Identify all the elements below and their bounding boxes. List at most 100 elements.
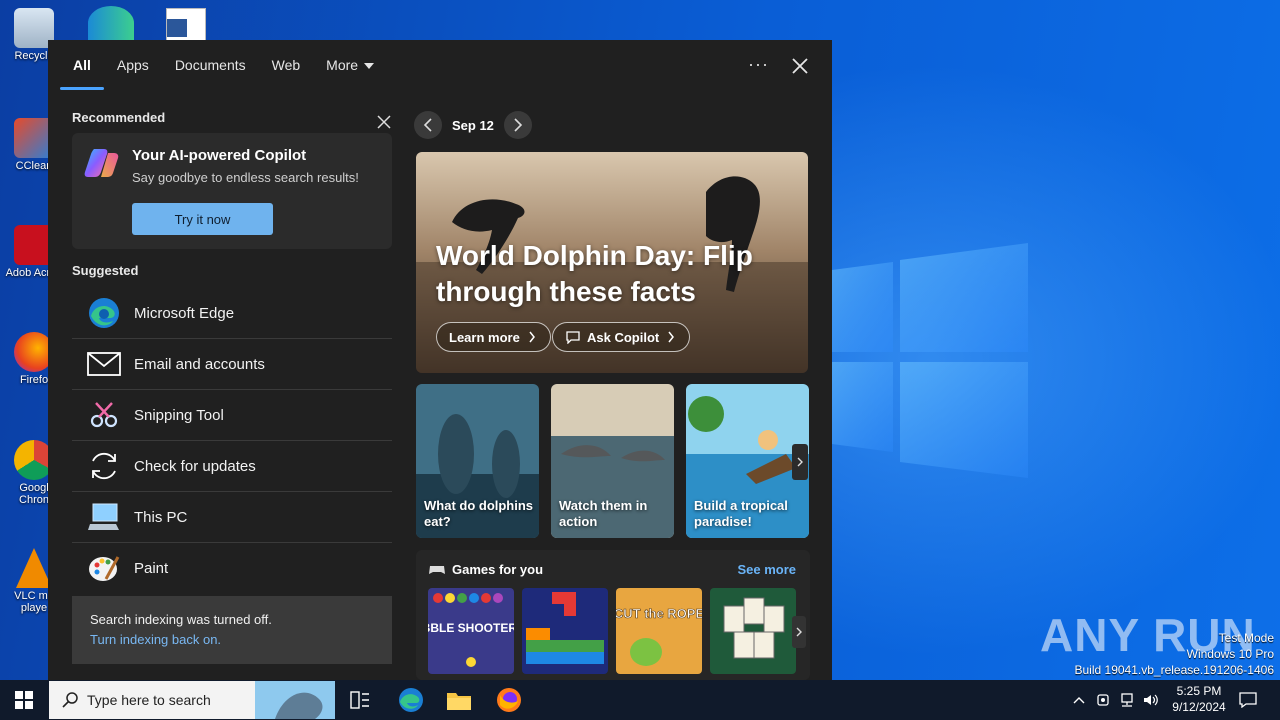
taskbar-edge-button[interactable]: [388, 680, 434, 720]
computer-icon: [86, 499, 122, 535]
mahjong-art: [710, 588, 796, 674]
edge-icon: [399, 688, 423, 712]
game-tile-cut-the-rope[interactable]: CUT the ROPE: [616, 588, 702, 674]
tab-label: Web: [271, 57, 301, 73]
chevron-right-icon: [797, 457, 803, 467]
snipping-tool-icon: [86, 397, 122, 433]
recommended-title: Recommended: [72, 110, 166, 125]
folder-icon: [447, 693, 471, 710]
suggested-item-label: Snipping Tool: [134, 406, 224, 424]
suggested-item-this-pc[interactable]: This PC: [72, 492, 392, 543]
game-tile-block-puzzle[interactable]: [522, 588, 608, 674]
watermark-line: Build 19041.vb_release.191206-1406: [1074, 663, 1275, 677]
search-panel: All Apps Documents Web More ··· Recommen…: [48, 40, 832, 680]
bubble-shooter-art: BUBBLE SHOOTER HD: [428, 588, 514, 674]
chevron-right-icon: [796, 627, 802, 637]
turn-indexing-on-link[interactable]: Turn indexing back on.: [90, 632, 221, 647]
chat-icon: [566, 331, 580, 344]
volume-button[interactable]: [1140, 680, 1162, 720]
chevron-up-icon: [1073, 697, 1085, 704]
try-it-now-button[interactable]: Try it now: [132, 203, 273, 235]
date-navigator: Sep 12: [414, 110, 810, 140]
tab-apps[interactable]: Apps: [104, 40, 162, 90]
tab-documents[interactable]: Documents: [162, 40, 259, 90]
edge-desktop-icon[interactable]: [88, 6, 134, 40]
suggested-list: Microsoft Edge Email and accounts Snippi…: [72, 288, 392, 593]
notification-icon: [1239, 692, 1257, 708]
suggested-item-paint[interactable]: Paint: [72, 543, 392, 593]
cards-next-button[interactable]: [792, 444, 808, 480]
taskbar-search-box[interactable]: Type here to search: [49, 681, 335, 719]
chevron-left-icon: [423, 118, 432, 132]
search-highlight-image: [255, 681, 335, 719]
desktop-icon-label: Firefo: [19, 374, 49, 386]
windows-icon: [15, 691, 33, 709]
copilot-icon: [84, 149, 119, 177]
learn-more-label: Learn more: [449, 329, 520, 345]
paint-icon: [86, 550, 122, 586]
gamepad-icon: [429, 566, 445, 574]
suggested-item-check-updates[interactable]: Check for updates: [72, 441, 392, 492]
hero-title: World Dolphin Day: Flip through these fa…: [436, 240, 753, 307]
block-puzzle-art: [522, 588, 608, 674]
watermark-line: Test Mode: [1218, 631, 1274, 645]
indexing-text: Search indexing was turned off.: [90, 612, 272, 627]
action-center-button[interactable]: [1236, 680, 1260, 720]
game-tile-bubble-shooter[interactable]: BUBBLE SHOOTER HD: [428, 588, 514, 674]
show-hidden-icons-button[interactable]: [1068, 680, 1090, 720]
dismiss-recommended-icon[interactable]: [376, 114, 392, 130]
suggested-item-snipping-tool[interactable]: Snipping Tool: [72, 390, 392, 441]
close-icon[interactable]: [788, 54, 812, 78]
games-next-button[interactable]: [792, 616, 806, 648]
game-tile-mahjong[interactable]: [710, 588, 796, 674]
vlc-icon: [16, 548, 52, 588]
search-icon: [62, 692, 78, 708]
ask-copilot-button[interactable]: Ask Copilot: [552, 322, 691, 352]
copilot-card[interactable]: Your AI-powered Copilot Say goodbye to e…: [72, 133, 392, 249]
task-view-button[interactable]: [337, 680, 383, 720]
search-tabs: All Apps Documents Web More: [60, 40, 387, 90]
word-document-icon[interactable]: [166, 8, 206, 42]
highlight-card-tropical-paradise[interactable]: Build a tropical paradise!: [686, 384, 809, 538]
highlight-card-watch-action[interactable]: Watch them in action: [551, 384, 674, 538]
highlights-column: Sep 12 World Dolphin Day: Flip through t…: [414, 110, 810, 680]
taskbar-clock[interactable]: 5:25 PM 9/12/2024: [1162, 683, 1236, 715]
next-day-button[interactable]: [503, 111, 532, 139]
chevron-right-icon: [529, 331, 535, 343]
tray-app-button[interactable]: [1092, 680, 1114, 720]
volume-icon: [1144, 694, 1158, 706]
more-options-button[interactable]: ···: [748, 54, 769, 75]
network-button[interactable]: [1116, 680, 1138, 720]
taskbar-file-explorer-button[interactable]: [436, 680, 482, 720]
chevron-right-icon: [514, 118, 523, 132]
suggested-item-label: Microsoft Edge: [134, 304, 235, 322]
tab-web[interactable]: Web: [259, 40, 314, 90]
taskbar-firefox-button[interactable]: [486, 680, 532, 720]
suggested-item-label: Check for updates: [134, 457, 256, 475]
indexing-notice: Search indexing was turned off. Turn ind…: [72, 596, 392, 664]
mail-icon: [86, 346, 122, 382]
tab-all[interactable]: All: [60, 40, 104, 90]
suggested-item-email-accounts[interactable]: Email and accounts: [72, 339, 392, 390]
clock-time: 5:25 PM: [1176, 684, 1222, 698]
tab-more[interactable]: More: [313, 40, 387, 90]
highlight-card-label: What do dolphins eat?: [424, 498, 534, 529]
game-art-text: CUT the ROPE: [616, 606, 702, 621]
chevron-right-icon: [668, 331, 675, 343]
suggested-item-label: Paint: [134, 559, 169, 577]
highlight-cards: What do dolphins eat? Watch them in acti…: [416, 384, 810, 538]
copilot-card-title: Your AI-powered Copilot: [132, 147, 307, 164]
hero-card[interactable]: World Dolphin Day: Flip through these fa…: [416, 152, 808, 373]
start-button[interactable]: [0, 680, 48, 720]
search-placeholder: Type here to search: [87, 692, 211, 708]
tab-label: Apps: [116, 57, 149, 73]
previous-day-button[interactable]: [414, 111, 442, 139]
highlight-card-dolphins-eat[interactable]: What do dolphins eat?: [416, 384, 539, 538]
see-more-link[interactable]: See more: [737, 562, 796, 577]
learn-more-button[interactable]: Learn more: [436, 322, 551, 352]
desktop-icon-label: Googl Chron: [19, 482, 49, 506]
suggested-item-microsoft-edge[interactable]: Microsoft Edge: [72, 288, 392, 339]
cut-the-rope-art: CUT the ROPE: [616, 588, 702, 674]
games-title: Games for you: [452, 562, 544, 577]
clock-date: 9/12/2024: [1172, 700, 1226, 714]
